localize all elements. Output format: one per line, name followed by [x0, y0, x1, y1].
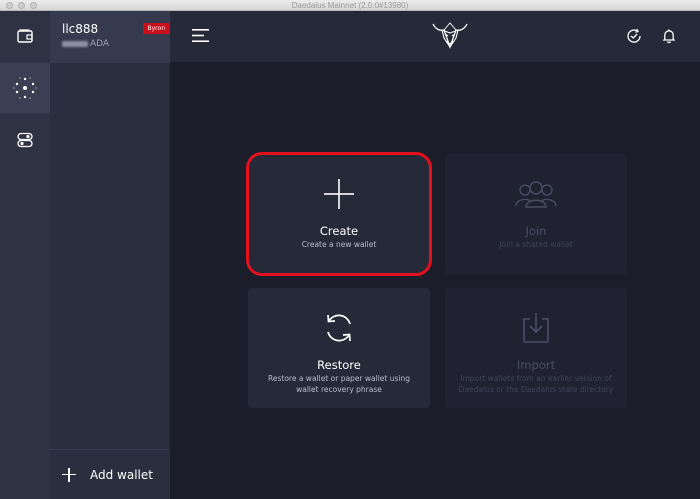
menu-toggle-icon[interactable] [192, 29, 209, 42]
add-wallet-label: Add wallet [90, 467, 153, 482]
wallet-name: llc888 [62, 22, 99, 36]
create-card-description: Create a new wallet [301, 240, 377, 249]
refresh-icon [248, 310, 430, 346]
users-icon [445, 176, 627, 212]
plus-icon [248, 176, 430, 212]
staking-category-button[interactable] [0, 63, 50, 113]
wallet-icon [17, 29, 33, 43]
daedalus-logo-icon [432, 22, 468, 49]
category-sidebar [0, 11, 50, 499]
toggle-settings-icon [17, 132, 33, 148]
import-card-title: Import [516, 358, 556, 372]
join-wallet-card[interactable]: Join Join a shared wallet [445, 154, 627, 274]
import-wallet-card[interactable]: Import Import wallets from an earlier ve… [445, 288, 627, 408]
import-card-description: Import wallets from an earlier version o… [458, 374, 614, 394]
restore-wallet-card[interactable]: Restore Restore a wallet or paper wallet… [248, 288, 430, 408]
window-title: Daedalus Mainnet (2.0.0#13980) [291, 1, 409, 10]
join-card-description: Join a shared wallet [499, 240, 573, 249]
staking-icon [13, 77, 37, 99]
wallet-balance-unit: ADA [90, 39, 110, 49]
main-content: Create Create a new wallet Join Join a s… [170, 62, 700, 499]
wallet-balance: ADA [62, 39, 109, 49]
add-wallet-button[interactable]: Add wallet [50, 449, 170, 499]
restore-card-title: Restore [317, 358, 361, 372]
create-wallet-card[interactable]: Create Create a new wallet [246, 152, 432, 276]
byron-badge: Byron [142, 23, 170, 34]
import-icon [445, 310, 627, 346]
restore-card-description: Restore a wallet or paper wallet using w… [267, 374, 410, 394]
sync-status-icon[interactable] [625, 27, 643, 45]
hidden-balance-value [62, 40, 88, 47]
notification-bell-icon[interactable] [660, 27, 678, 45]
window-titlebar: Daedalus Mainnet (2.0.0#13980) [0, 0, 700, 11]
wallet-sidebar: llc888 ADA Byron Add wallet [50, 11, 170, 499]
settings-category-button[interactable] [0, 115, 50, 165]
join-card-title: Join [525, 224, 547, 238]
wallet-list-item[interactable]: llc888 ADA Byron [50, 11, 170, 63]
top-bar [170, 11, 700, 62]
create-card-title: Create [319, 224, 359, 238]
wallets-category-button[interactable] [0, 11, 50, 61]
plus-icon [62, 467, 76, 482]
